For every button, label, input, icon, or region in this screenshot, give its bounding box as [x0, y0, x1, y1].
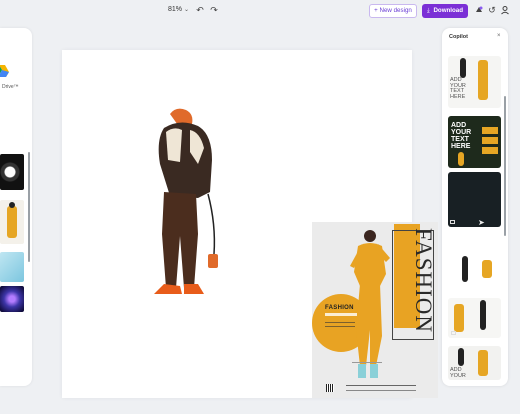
- redo-icon[interactable]: ↷: [209, 5, 219, 15]
- media-thumbnail[interactable]: [0, 286, 24, 312]
- left-panel: Drive™: [0, 28, 32, 386]
- template-text: ADD YOUR TEXT HERE: [451, 122, 472, 150]
- template-text: ADD YOUR TEXT HERE: [450, 77, 466, 100]
- new-design-button[interactable]: + New design: [369, 4, 417, 18]
- media-thumbnail[interactable]: [0, 154, 24, 190]
- poster-footer-line: [346, 385, 416, 386]
- new-design-label: New design: [379, 7, 412, 14]
- copilot-title: Copilot: [449, 34, 468, 40]
- template-tile[interactable]: [448, 298, 501, 338]
- poster-text-line: [352, 362, 382, 363]
- history-icon[interactable]: ↺: [487, 5, 497, 15]
- template-tile[interactable]: [448, 254, 501, 286]
- template-tile[interactable]: ADD YOUR TEXT HERE: [448, 116, 501, 168]
- video-icon: [451, 331, 456, 335]
- poster-footer-line: [346, 390, 416, 391]
- mouse-cursor-icon: ➤: [478, 218, 485, 227]
- close-icon[interactable]: ×: [497, 33, 501, 39]
- undo-icon[interactable]: ↶: [195, 5, 205, 15]
- scrollbar[interactable]: [504, 96, 506, 236]
- google-drive-icon[interactable]: [0, 64, 10, 78]
- video-icon: [450, 220, 455, 224]
- zoom-control[interactable]: 81% ⌄: [168, 6, 189, 13]
- copilot-panel: Copilot × ADD YOUR TEXT HERE ADD YOUR TEXT HER…: [442, 28, 508, 386]
- download-icon: ⤓: [426, 7, 430, 14]
- template-tile[interactable]: ADD YOUR: [448, 346, 501, 380]
- download-label: Download: [433, 7, 464, 14]
- chevron-down-icon: ⌄: [184, 7, 190, 13]
- zoom-value: 81%: [168, 6, 183, 13]
- template-text: ADD YOUR: [450, 367, 466, 379]
- download-button[interactable]: ⤓ Download: [422, 4, 468, 18]
- design-canvas[interactable]: FASHION FASHION: [62, 50, 438, 398]
- template-photo-grid: [482, 124, 498, 154]
- template-tile-selected[interactable]: ➤: [448, 172, 501, 227]
- model-figure: [350, 230, 390, 378]
- person-cutout-image[interactable]: [150, 104, 220, 294]
- account-icon[interactable]: [500, 5, 510, 15]
- plus-icon: +: [374, 7, 378, 14]
- top-toolbar: 81% ⌄ ↶ ↷ + New design ⤓ Download ↺: [0, 0, 520, 26]
- media-thumbnail[interactable]: [0, 200, 24, 244]
- poster-vertical-title: FASHION: [411, 228, 436, 333]
- qr-code: [326, 384, 334, 392]
- template-tile[interactable]: ADD YOUR TEXT HERE: [448, 56, 501, 108]
- scrollbar[interactable]: [28, 152, 30, 262]
- drive-label: Drive™: [2, 84, 19, 90]
- copilot-icon[interactable]: [474, 5, 484, 15]
- fashion-poster[interactable]: FASHION FASHION: [312, 222, 438, 398]
- media-thumbnail[interactable]: [0, 252, 24, 282]
